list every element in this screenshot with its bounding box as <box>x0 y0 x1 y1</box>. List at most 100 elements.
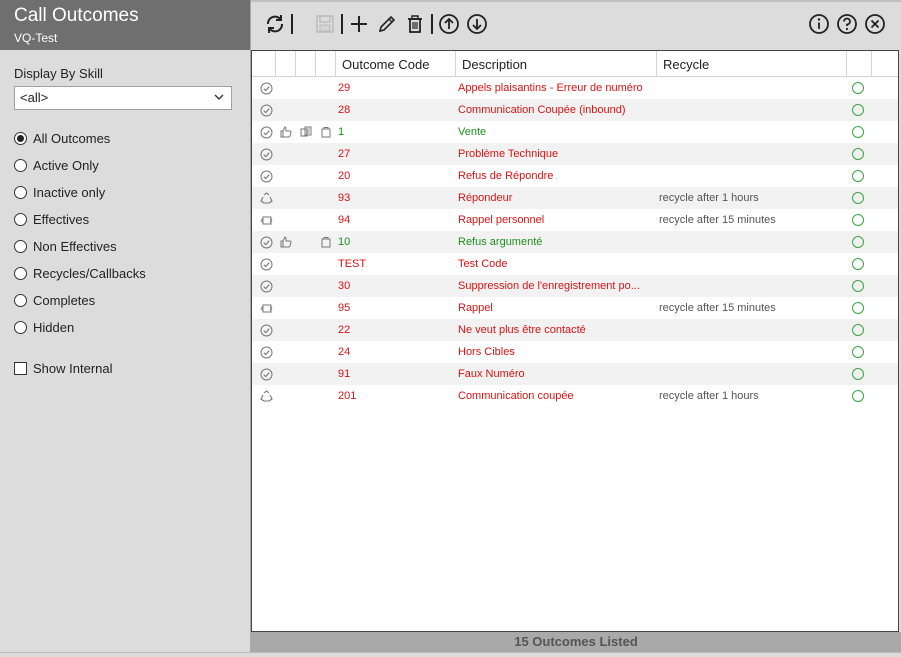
radio-button[interactable] <box>14 132 27 145</box>
radio-button[interactable] <box>14 213 27 226</box>
filter-option[interactable]: Recycles/Callbacks <box>14 260 146 287</box>
table-row[interactable]: 201 Communication coupée recycle after 1 h… <box>252 385 898 407</box>
filter-option[interactable]: Effectives <box>14 206 146 233</box>
title-bar: Call Outcomes VQ-Test <box>0 0 250 50</box>
outcome-code: 24 <box>338 346 351 358</box>
page-subtitle: VQ-Test <box>14 31 58 45</box>
table-row[interactable]: 1 Vente <box>252 121 898 143</box>
filter-option[interactable]: Hidden <box>14 314 146 341</box>
outcome-description: Communication coupée <box>458 390 574 402</box>
radio-button[interactable] <box>14 186 27 199</box>
info-button[interactable] <box>808 13 830 35</box>
skill-dropdown[interactable]: <all> <box>14 86 232 110</box>
show-internal-checkbox[interactable] <box>14 362 27 375</box>
radio-button[interactable] <box>14 294 27 307</box>
table-row[interactable]: 27 Problème Technique <box>252 143 898 165</box>
outcome-recycle: recycle after 1 hours <box>659 390 759 402</box>
check-circle-icon <box>258 253 274 275</box>
filter-option[interactable]: Completes <box>14 287 146 314</box>
filter-option[interactable]: All Outcomes <box>14 125 146 152</box>
status-active-icon <box>852 148 864 160</box>
table-row[interactable]: 22 Ne veut plus être contacté <box>252 319 898 341</box>
show-internal-toggle[interactable]: Show Internal <box>14 361 113 376</box>
outcome-description: Refus de Répondre <box>458 170 554 182</box>
outcome-code: 28 <box>338 104 351 116</box>
status-active-icon <box>852 302 864 314</box>
check-circle-icon <box>258 99 274 121</box>
check-circle-icon <box>258 143 274 165</box>
filter-option[interactable]: Active Only <box>14 152 146 179</box>
table-row[interactable]: 94 Rappel personnel recycle after 15 minut… <box>252 209 898 231</box>
check-circle-icon <box>258 363 274 385</box>
delete-button[interactable] <box>404 13 426 35</box>
filter-option[interactable]: Inactive only <box>14 179 146 206</box>
close-button[interactable] <box>864 13 886 35</box>
thumbs-up-icon <box>278 231 294 253</box>
outcome-description: Ne veut plus être contacté <box>458 324 586 336</box>
toolbar-separator <box>291 14 293 34</box>
table-row[interactable]: 10 Refus argumenté <box>252 231 898 253</box>
filter-option[interactable]: Non Effectives <box>14 233 146 260</box>
toolbar-separator <box>341 14 343 34</box>
refresh-button[interactable] <box>264 13 286 35</box>
window-bottom-edge <box>0 652 901 657</box>
filter-option-label: All Outcomes <box>33 131 111 146</box>
table-row[interactable]: 30 Suppression de l'enregistrement po... <box>252 275 898 297</box>
table-row[interactable]: 28 Communication Coupée (inbound) <box>252 99 898 121</box>
outcome-recycle: recycle after 1 hours <box>659 192 759 204</box>
plus-icon <box>351 16 367 32</box>
info-icon <box>809 14 829 34</box>
table-row[interactable]: 20 Refus de Répondre <box>252 165 898 187</box>
status-active-icon <box>852 346 864 358</box>
callback-icon <box>258 297 274 319</box>
save-button[interactable] <box>314 13 336 35</box>
table-row[interactable]: 95 Rappel recycle after 15 minutes <box>252 297 898 319</box>
table-header: Outcome Code Description Recycle <box>252 51 898 77</box>
move-down-button[interactable] <box>466 13 488 35</box>
status-active-icon <box>852 236 864 248</box>
table-row[interactable]: 91 Faux Numéro <box>252 363 898 385</box>
filter-option-label: Recycles/Callbacks <box>33 266 146 281</box>
table-row[interactable]: 24 Hors Cibles <box>252 341 898 363</box>
outcome-code: 29 <box>338 82 351 94</box>
status-active-icon <box>852 258 864 270</box>
chevron-down-icon <box>214 94 224 100</box>
radio-button[interactable] <box>14 267 27 280</box>
check-circle-icon <box>258 165 274 187</box>
table-row[interactable]: TEST Test Code <box>252 253 898 275</box>
check-circle-icon <box>258 319 274 341</box>
recycle-icon <box>258 385 274 407</box>
radio-button[interactable] <box>14 240 27 253</box>
status-active-icon <box>852 82 864 94</box>
bag-icon <box>318 121 334 143</box>
check-circle-icon <box>258 275 274 297</box>
header-icon-col <box>296 51 316 77</box>
filter-option-label: Inactive only <box>33 185 106 200</box>
outcome-description: Vente <box>458 126 487 138</box>
table-row[interactable]: 93 Répondeur recycle after 1 hours <box>252 187 898 209</box>
add-button[interactable] <box>348 13 370 35</box>
header-icon-col <box>276 51 296 77</box>
table-row[interactable]: 29 Appels plaisantins - Erreur de numéro <box>252 77 898 99</box>
outcome-code: 91 <box>338 368 351 380</box>
help-icon <box>837 14 857 34</box>
outcome-description: Refus argumenté <box>458 236 543 248</box>
edit-button[interactable] <box>376 13 398 35</box>
arrow-down-circle-icon <box>467 14 487 34</box>
outcome-code: 95 <box>338 302 351 314</box>
outcome-code: 22 <box>338 324 351 336</box>
header-outcome-code[interactable]: Outcome Code <box>336 51 456 77</box>
filter-option-label: Non Effectives <box>33 239 117 254</box>
help-button[interactable] <box>836 13 858 35</box>
outcome-code: 27 <box>338 148 351 160</box>
move-up-button[interactable] <box>438 13 460 35</box>
pencil-icon <box>378 15 396 33</box>
header-description[interactable]: Description <box>456 51 657 77</box>
outcome-recycle: recycle after 15 minutes <box>659 214 776 226</box>
radio-button[interactable] <box>14 321 27 334</box>
header-recycle[interactable]: Recycle <box>657 51 847 77</box>
outcome-recycle: recycle after 15 minutes <box>659 302 776 314</box>
skill-dropdown-value: <all> <box>20 90 49 105</box>
radio-button[interactable] <box>14 159 27 172</box>
outcome-description: Appels plaisantins - Erreur de numéro <box>458 82 643 94</box>
